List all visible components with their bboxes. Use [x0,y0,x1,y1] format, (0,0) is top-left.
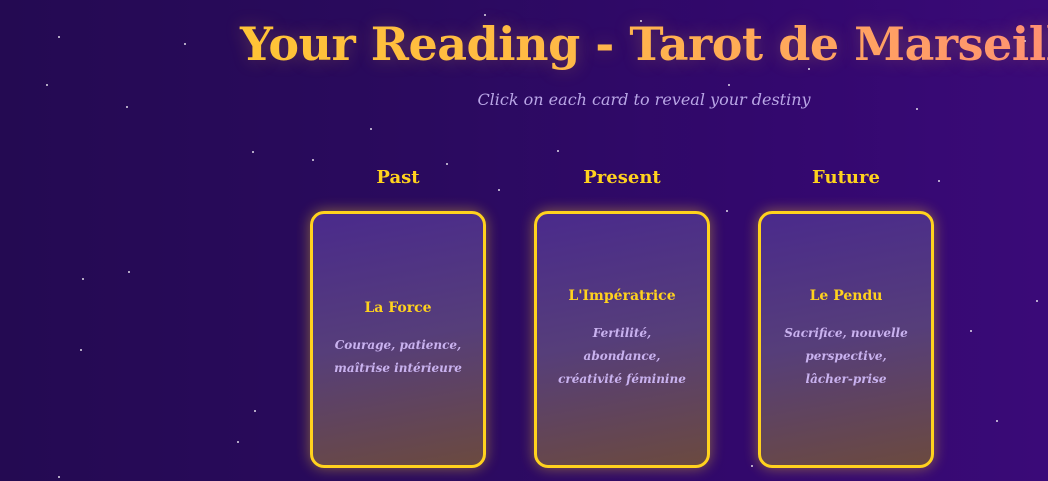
star [58,476,60,478]
star [237,441,239,443]
page-title: Your Reading - Tarot de Marseille [0,14,1048,74]
tarot-card-future[interactable]: Le Pendu Sacrifice, nouvelle perspective… [758,211,934,468]
star [370,128,372,130]
tarot-spread: Past La Force Courage, patience, maîtris… [310,166,934,468]
card-name: L'Impératrice [568,288,676,304]
star [1036,300,1038,302]
star [128,271,130,273]
star [938,180,940,182]
tarot-card-present[interactable]: L'Impératrice Fertilité, abondance, créa… [534,211,710,468]
card-meaning: Courage, patience, maîtrise intérieure [334,337,462,375]
star [446,163,448,165]
page-subtitle: Click on each card to reveal your destin… [477,90,811,109]
position-label-future: Future [812,167,880,188]
star [970,330,972,332]
card-name: La Force [364,299,432,316]
card-name: Le Pendu [809,288,883,304]
star [312,159,314,161]
position-past: Past La Force Courage, patience, maîtris… [310,166,486,468]
card-meaning: Fertilité, abondance, créativité féminin… [558,326,686,386]
star [80,349,82,351]
star [46,84,48,86]
card-meaning: Sacrifice, nouvelle perspective, lâcher-… [784,326,908,386]
position-label-past: Past [376,167,420,188]
star [996,420,998,422]
position-present: Present L'Impératrice Fertilité, abondan… [534,166,710,468]
position-label-present: Present [583,167,661,188]
position-future: Future Le Pendu Sacrifice, nouvelle pers… [758,166,934,468]
star [252,151,254,153]
star [82,278,84,280]
star [557,150,559,152]
tarot-card-past[interactable]: La Force Courage, patience, maîtrise int… [310,211,486,468]
star [254,410,256,412]
star [728,84,730,86]
